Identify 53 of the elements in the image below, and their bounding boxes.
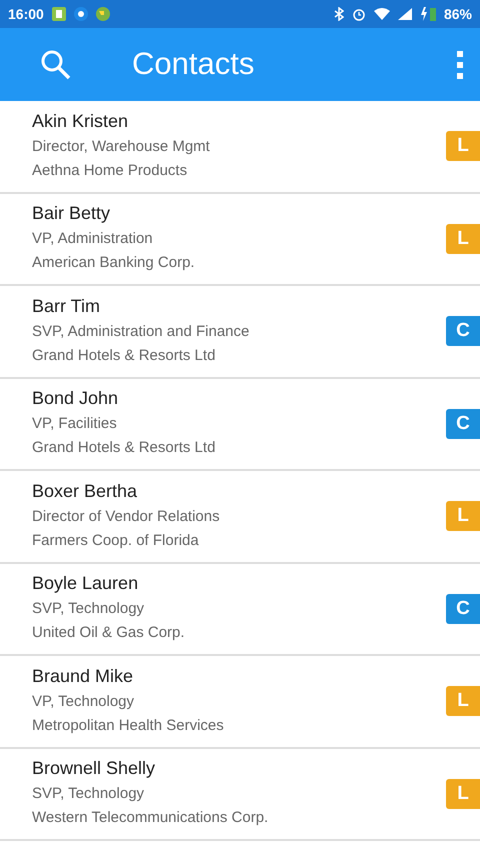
contact-title: VP, Administration — [32, 229, 153, 250]
contact-name: Braund Mike — [32, 664, 134, 687]
contact-name: Brownell Shelly — [32, 757, 156, 780]
alarm-icon — [352, 7, 366, 21]
contact-company: Farmers Coop. of Florida — [32, 530, 199, 551]
contact-name: Barr Tim — [32, 294, 100, 317]
search-icon[interactable] — [40, 48, 72, 80]
contact-type-tag: C — [446, 408, 480, 439]
battery-level: 86% — [444, 4, 472, 24]
contact-title: SVP, Administration and Finance — [32, 322, 250, 342]
status-time: 16:00 — [8, 4, 44, 24]
contact-company: Aethna Home Products — [32, 160, 188, 181]
contact-company: Grand Hotels & Resorts Ltd — [32, 438, 216, 458]
contact-company: United Oil & Gas Corp. — [32, 623, 185, 644]
contact-row[interactable]: Brownell Shelly SVP, Technology Western Telecommunications Corp. L — [0, 748, 480, 841]
contact-name: Akin Kristen — [32, 110, 128, 132]
contact-company: Metropolitan Health Services — [32, 716, 224, 736]
contact-title: SVP, Technology — [32, 599, 144, 620]
contact-type-tag: C — [446, 316, 480, 346]
contact-row[interactable]: Bair Betty VP, Administration American Banking Corp. L — [0, 194, 480, 286]
notification-icon — [52, 7, 66, 21]
contact-name: Boxer Bertha — [32, 480, 138, 502]
contact-type-tag: L — [446, 131, 480, 162]
contact-type-tag: L — [446, 778, 480, 809]
contact-row[interactable]: Barr Tim SVP, Administration and Finance Grand Hotels & Resorts Ltd C — [0, 286, 480, 378]
contact-row[interactable]: Boyle Lauren SVP, Technology United Oil & Gas Corp. C — [0, 564, 480, 656]
app-title: Contacts — [132, 45, 254, 84]
contact-name: Bond John — [32, 387, 118, 410]
contact-company: Grand Hotels & Resorts Ltd — [32, 346, 216, 366]
contact-type-tag: L — [446, 686, 480, 716]
signal-icon — [398, 8, 412, 20]
contact-title: Director, Warehouse Mgmt — [32, 136, 210, 157]
contact-title: SVP, Technology — [32, 784, 144, 804]
bluetooth-icon — [334, 7, 344, 21]
battery-icon — [420, 7, 436, 21]
notification-icon — [96, 7, 110, 21]
notification-icon — [74, 7, 88, 21]
contact-type-tag: L — [446, 501, 480, 532]
contact-name: Boyle Lauren — [32, 572, 138, 594]
contact-type-tag: L — [446, 224, 480, 254]
contact-type-tag: C — [446, 594, 480, 624]
contact-row[interactable]: Braund Mike VP, Technology Metropolitan Health Services L — [0, 656, 480, 748]
wifi-icon — [374, 8, 390, 20]
contact-row[interactable]: Akin Kristen Director, Warehouse Mgmt Aethna Home Products L — [0, 101, 480, 194]
contact-title: Director of Vendor Relations — [32, 506, 220, 527]
contact-row[interactable]: Boxer Bertha Director of Vendor Relations Farmers Coop. of Florida L — [0, 471, 480, 564]
contact-company: American Banking Corp. — [32, 253, 195, 274]
contact-title: VP, Facilities — [32, 414, 117, 434]
contact-title: VP, Technology — [32, 692, 134, 712]
contact-row[interactable]: Bond John VP, Facilities Grand Hotels & Resorts Ltd C — [0, 378, 480, 471]
contact-company: Western Telecommunications Corp. — [32, 808, 268, 828]
more-options-icon[interactable] — [456, 50, 464, 80]
contact-name: Bair Betty — [32, 202, 110, 224]
